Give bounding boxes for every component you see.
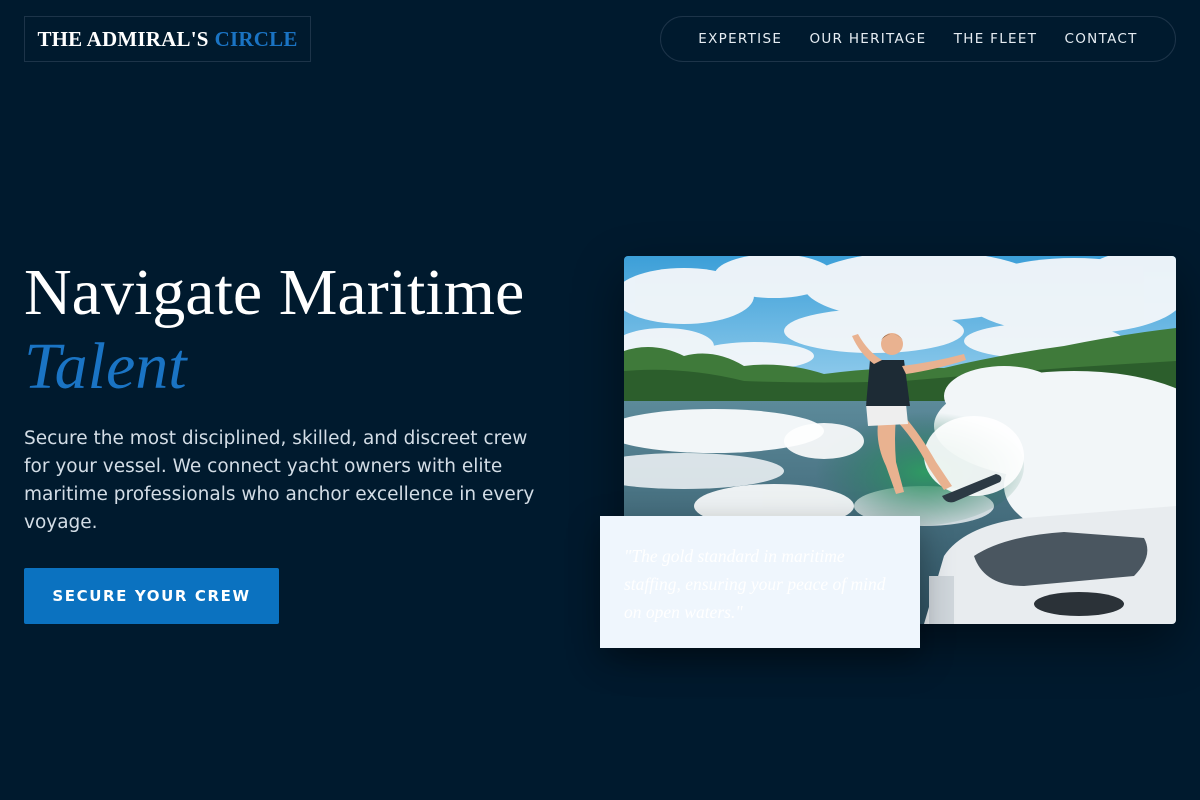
nav-item-expertise[interactable]: EXPERTISE <box>698 31 782 47</box>
secure-crew-button[interactable]: SECURE YOUR CREW <box>24 568 279 624</box>
hero-description: Secure the most disciplined, skilled, an… <box>24 428 535 533</box>
nav-item-the-fleet[interactable]: THE FLEET <box>954 31 1038 47</box>
brand-name-main: THE ADMIRAL'S <box>37 26 209 51</box>
brand-logo[interactable]: THE ADMIRAL'S CIRCLE <box>24 16 311 62</box>
hero-title-line2: Talent <box>24 330 187 403</box>
testimonial-card: "The gold standard in maritime staffing,… <box>600 516 920 648</box>
testimonial-quote: "The gold standard in maritime staffing,… <box>624 546 886 622</box>
hero-title-line1: Navigate Maritime <box>24 256 525 329</box>
nav-item-our-heritage[interactable]: OUR HERITAGE <box>809 31 926 47</box>
main-nav: EXPERTISE OUR HERITAGE THE FLEET CONTACT <box>660 16 1176 62</box>
brand-name-accent: CIRCLE <box>214 26 298 51</box>
hero-title: Navigate Maritime Talent <box>24 256 524 404</box>
nav-item-contact[interactable]: CONTACT <box>1065 31 1138 47</box>
